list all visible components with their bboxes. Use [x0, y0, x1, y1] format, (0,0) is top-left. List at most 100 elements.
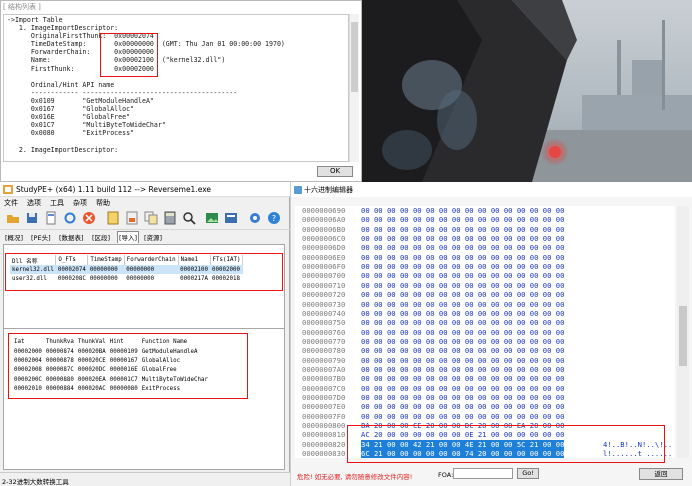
hex-view[interactable]: 0000000690 00 00 00 00 00 00 00 00 00 00 …: [295, 206, 675, 458]
tab-sections[interactable]: [区段]: [91, 232, 111, 242]
hex-editor-titlebar[interactable]: 十六进制编辑器: [291, 182, 692, 197]
open-folder-icon[interactable]: [6, 211, 20, 225]
hex-row[interactable]: 0000000730 00 00 00 00 00 00 00 00 00 00 …: [295, 300, 675, 309]
api-list-pane[interactable]: Iat ThunkRva ThunkVal Hint Function Name 000…: [3, 328, 285, 470]
dll-list-pane[interactable]: Dll 名称 O_FTs TimeStamp ForwarderChain Name1 F…: [3, 244, 285, 334]
hex-offset: 00000006B0: [302, 224, 346, 234]
hex-row[interactable]: 00000006F0 00 00 00 00 00 00 00 00 00 00 …: [295, 262, 675, 271]
hex-offset: 00000007E0: [302, 402, 346, 412]
hex-row[interactable]: 0000000740 00 00 00 00 00 00 00 00 00 00 …: [295, 309, 675, 318]
hex-row[interactable]: 00000006D0 00 00 00 00 00 00 00 00 00 00 …: [295, 243, 675, 252]
hex-bytes[interactable]: 00 00 00 00 00 00 00 00 00 00 00 00 00 0…: [361, 337, 564, 346]
gear-icon[interactable]: [248, 211, 262, 225]
hex-bytes[interactable]: 00 00 00 00 00 00 00 00 00 00 00 00 00 0…: [361, 271, 564, 280]
hex-bytes[interactable]: 00 00 00 00 00 00 00 00 00 00 00 00 00 0…: [361, 225, 564, 234]
svg-text:?: ?: [272, 214, 276, 223]
hex-bytes[interactable]: 00 00 00 00 00 00 00 00 00 00 00 00 00 0…: [361, 318, 564, 327]
tab-resources[interactable]: [资源]: [143, 232, 163, 242]
hex-row[interactable]: 0000000780 00 00 00 00 00 00 00 00 00 00 …: [295, 346, 675, 355]
refresh-icon[interactable]: [63, 211, 77, 225]
ok-button[interactable]: OK: [317, 166, 353, 177]
tab-data-dirs[interactable]: [数据表]: [58, 232, 85, 242]
hex-row[interactable]: 00000006C0 00 00 00 00 00 00 00 00 00 00 …: [295, 234, 675, 243]
menu-file[interactable]: 文件: [4, 198, 18, 208]
hex-row[interactable]: 0000000750 00 00 00 00 00 00 00 00 00 00 …: [295, 318, 675, 327]
structure-list-scrollbar[interactable]: [349, 14, 359, 162]
hex-row[interactable]: 0000000770 00 00 00 00 00 00 00 00 00 00 …: [295, 337, 675, 346]
hex-row[interactable]: 0000000720 00 00 00 00 00 00 00 00 00 00 …: [295, 290, 675, 299]
hex-offset: 00000006F0: [302, 262, 346, 272]
hex-bytes[interactable]: 00 00 00 00 00 00 00 00 00 00 00 00 00 0…: [361, 412, 564, 421]
hex-bytes[interactable]: 00 00 00 00 00 00 00 00 00 00 00 00 00 0…: [361, 206, 564, 215]
hex-editor-window: 十六进制编辑器 0000000690 00 00 00 00 00 00 00 0…: [290, 182, 692, 486]
studype-window: StudyPE+ (x64) 1.11 build 112 --> Revers…: [0, 182, 290, 486]
hex-row[interactable]: 00000007F0 00 00 00 00 00 00 00 00 00 00 …: [295, 412, 675, 421]
save-icon[interactable]: [25, 211, 39, 225]
tab-overview[interactable]: [概况]: [4, 232, 24, 242]
hex-row[interactable]: 0000000760 00 00 00 00 00 00 00 00 00 00 …: [295, 328, 675, 337]
go-button[interactable]: Go!: [517, 468, 539, 479]
hex-row[interactable]: 00000006B0 00 00 00 00 00 00 00 00 00 00 …: [295, 225, 675, 234]
hex-bytes[interactable]: 00 00 00 00 00 00 00 00 00 00 00 00 00 0…: [361, 365, 564, 374]
menu-tools[interactable]: 工具: [50, 198, 64, 208]
hex-row[interactable]: 0000000790 00 00 00 00 00 00 00 00 00 00 …: [295, 356, 675, 365]
hex-bytes[interactable]: 00 00 00 00 00 00 00 00 00 00 00 00 00 0…: [361, 290, 564, 299]
hex-bytes[interactable]: 00 00 00 00 00 00 00 00 00 00 00 00 00 0…: [361, 402, 564, 411]
hex-file-icon[interactable]: [106, 211, 120, 225]
hex-row[interactable]: 00000006E0 00 00 00 00 00 00 00 00 00 00 …: [295, 253, 675, 262]
tab-imports[interactable]: [导入]: [117, 231, 140, 243]
resource-icon[interactable]: [125, 211, 139, 225]
scrollbar-thumb[interactable]: [351, 22, 358, 92]
hex-bytes[interactable]: 00 00 00 00 00 00 00 00 00 00 00 00 00 0…: [361, 281, 564, 290]
hex-row[interactable]: 0000000700 00 00 00 00 00 00 00 00 00 00 …: [295, 271, 675, 280]
hex-offset: 0000000780: [302, 346, 346, 356]
photo-scene: [362, 0, 692, 182]
hex-bytes[interactable]: 00 00 00 00 00 00 00 00 00 00 00 00 00 0…: [361, 309, 564, 318]
hex-row[interactable]: 00000007D0 00 00 00 00 00 00 00 00 00 00 …: [295, 393, 675, 402]
calculator-icon[interactable]: [163, 211, 177, 225]
annotation-box-api-table: [8, 333, 248, 399]
hex-bytes[interactable]: 00 00 00 00 00 00 00 00 00 00 00 00 00 0…: [361, 393, 564, 402]
hex-view-scrollbar[interactable]: [677, 206, 689, 458]
menu-misc[interactable]: 杂项: [73, 198, 87, 208]
hex-bytes[interactable]: 00 00 00 00 00 00 00 00 00 00 00 00 00 0…: [361, 243, 564, 252]
compare-icon[interactable]: [224, 211, 238, 225]
tab-bar: [概况] [PE头] [数据表] [区段] [导入] [资源]: [0, 231, 290, 243]
hex-row[interactable]: 00000006A0 00 00 00 00 00 00 00 00 00 00 …: [295, 215, 675, 224]
hex-bytes[interactable]: 00 00 00 00 00 00 00 00 00 00 00 00 00 0…: [361, 234, 564, 243]
hex-bytes[interactable]: 00 00 00 00 00 00 00 00 00 00 00 00 00 0…: [361, 253, 564, 262]
hex-offset: 0000000800: [302, 421, 346, 431]
search-icon[interactable]: [182, 211, 196, 225]
menu-options[interactable]: 选项: [27, 198, 41, 208]
hex-bytes[interactable]: 00 00 00 00 00 00 00 00 00 00 00 00 00 0…: [361, 262, 564, 271]
menu-help[interactable]: 帮助: [96, 198, 110, 208]
hex-bytes[interactable]: 00 00 00 00 00 00 00 00 00 00 00 00 00 0…: [361, 300, 564, 309]
image-icon[interactable]: [205, 211, 219, 225]
hex-row[interactable]: 00000007B0 00 00 00 00 00 00 00 00 00 00 …: [295, 374, 675, 383]
foa-input[interactable]: [453, 468, 513, 479]
hex-bytes[interactable]: 00 00 00 00 00 00 00 00 00 00 00 00 00 0…: [361, 346, 564, 355]
copy-icon[interactable]: [144, 211, 158, 225]
hex-row[interactable]: 00000007C0 00 00 00 00 00 00 00 00 00 00 …: [295, 384, 675, 393]
scrollbar-thumb[interactable]: [679, 306, 687, 366]
close-file-icon[interactable]: [82, 211, 96, 225]
document-icon[interactable]: [44, 211, 58, 225]
hex-bytes[interactable]: 00 00 00 00 00 00 00 00 00 00 00 00 00 0…: [361, 356, 564, 365]
hex-bytes[interactable]: 00 00 00 00 00 00 00 00 00 00 00 00 00 0…: [361, 384, 564, 393]
back-button[interactable]: 返回: [639, 468, 683, 480]
hex-offset: 0000000710: [302, 280, 346, 290]
hex-bytes[interactable]: 00 00 00 00 00 00 00 00 00 00 00 00 00 0…: [361, 215, 564, 224]
studype-titlebar[interactable]: StudyPE+ (x64) 1.11 build 112 --> Revers…: [0, 182, 290, 197]
hex-bytes[interactable]: 00 00 00 00 00 00 00 00 00 00 00 00 00 0…: [361, 328, 564, 337]
tab-pe-header[interactable]: [PE头]: [30, 232, 52, 242]
hex-bytes[interactable]: 00 00 00 00 00 00 00 00 00 00 00 00 00 0…: [361, 374, 564, 383]
hex-row[interactable]: 0000000710 00 00 00 00 00 00 00 00 00 00 …: [295, 281, 675, 290]
annotation-box-dll-table: [5, 253, 283, 291]
help-icon[interactable]: ?: [267, 211, 281, 225]
hex-offset: 0000000720: [302, 290, 346, 300]
hex-offset: 0000000750: [302, 318, 346, 328]
import-table-text-view[interactable]: ->Import Table 1. ImageImportDescriptor:…: [3, 14, 349, 162]
hex-row[interactable]: 00000007A0 00 00 00 00 00 00 00 00 00 00 …: [295, 365, 675, 374]
hex-row[interactable]: 00000007E0 00 00 00 00 00 00 00 00 00 00 …: [295, 402, 675, 411]
hex-row[interactable]: 0000000690 00 00 00 00 00 00 00 00 00 00 …: [295, 206, 675, 215]
